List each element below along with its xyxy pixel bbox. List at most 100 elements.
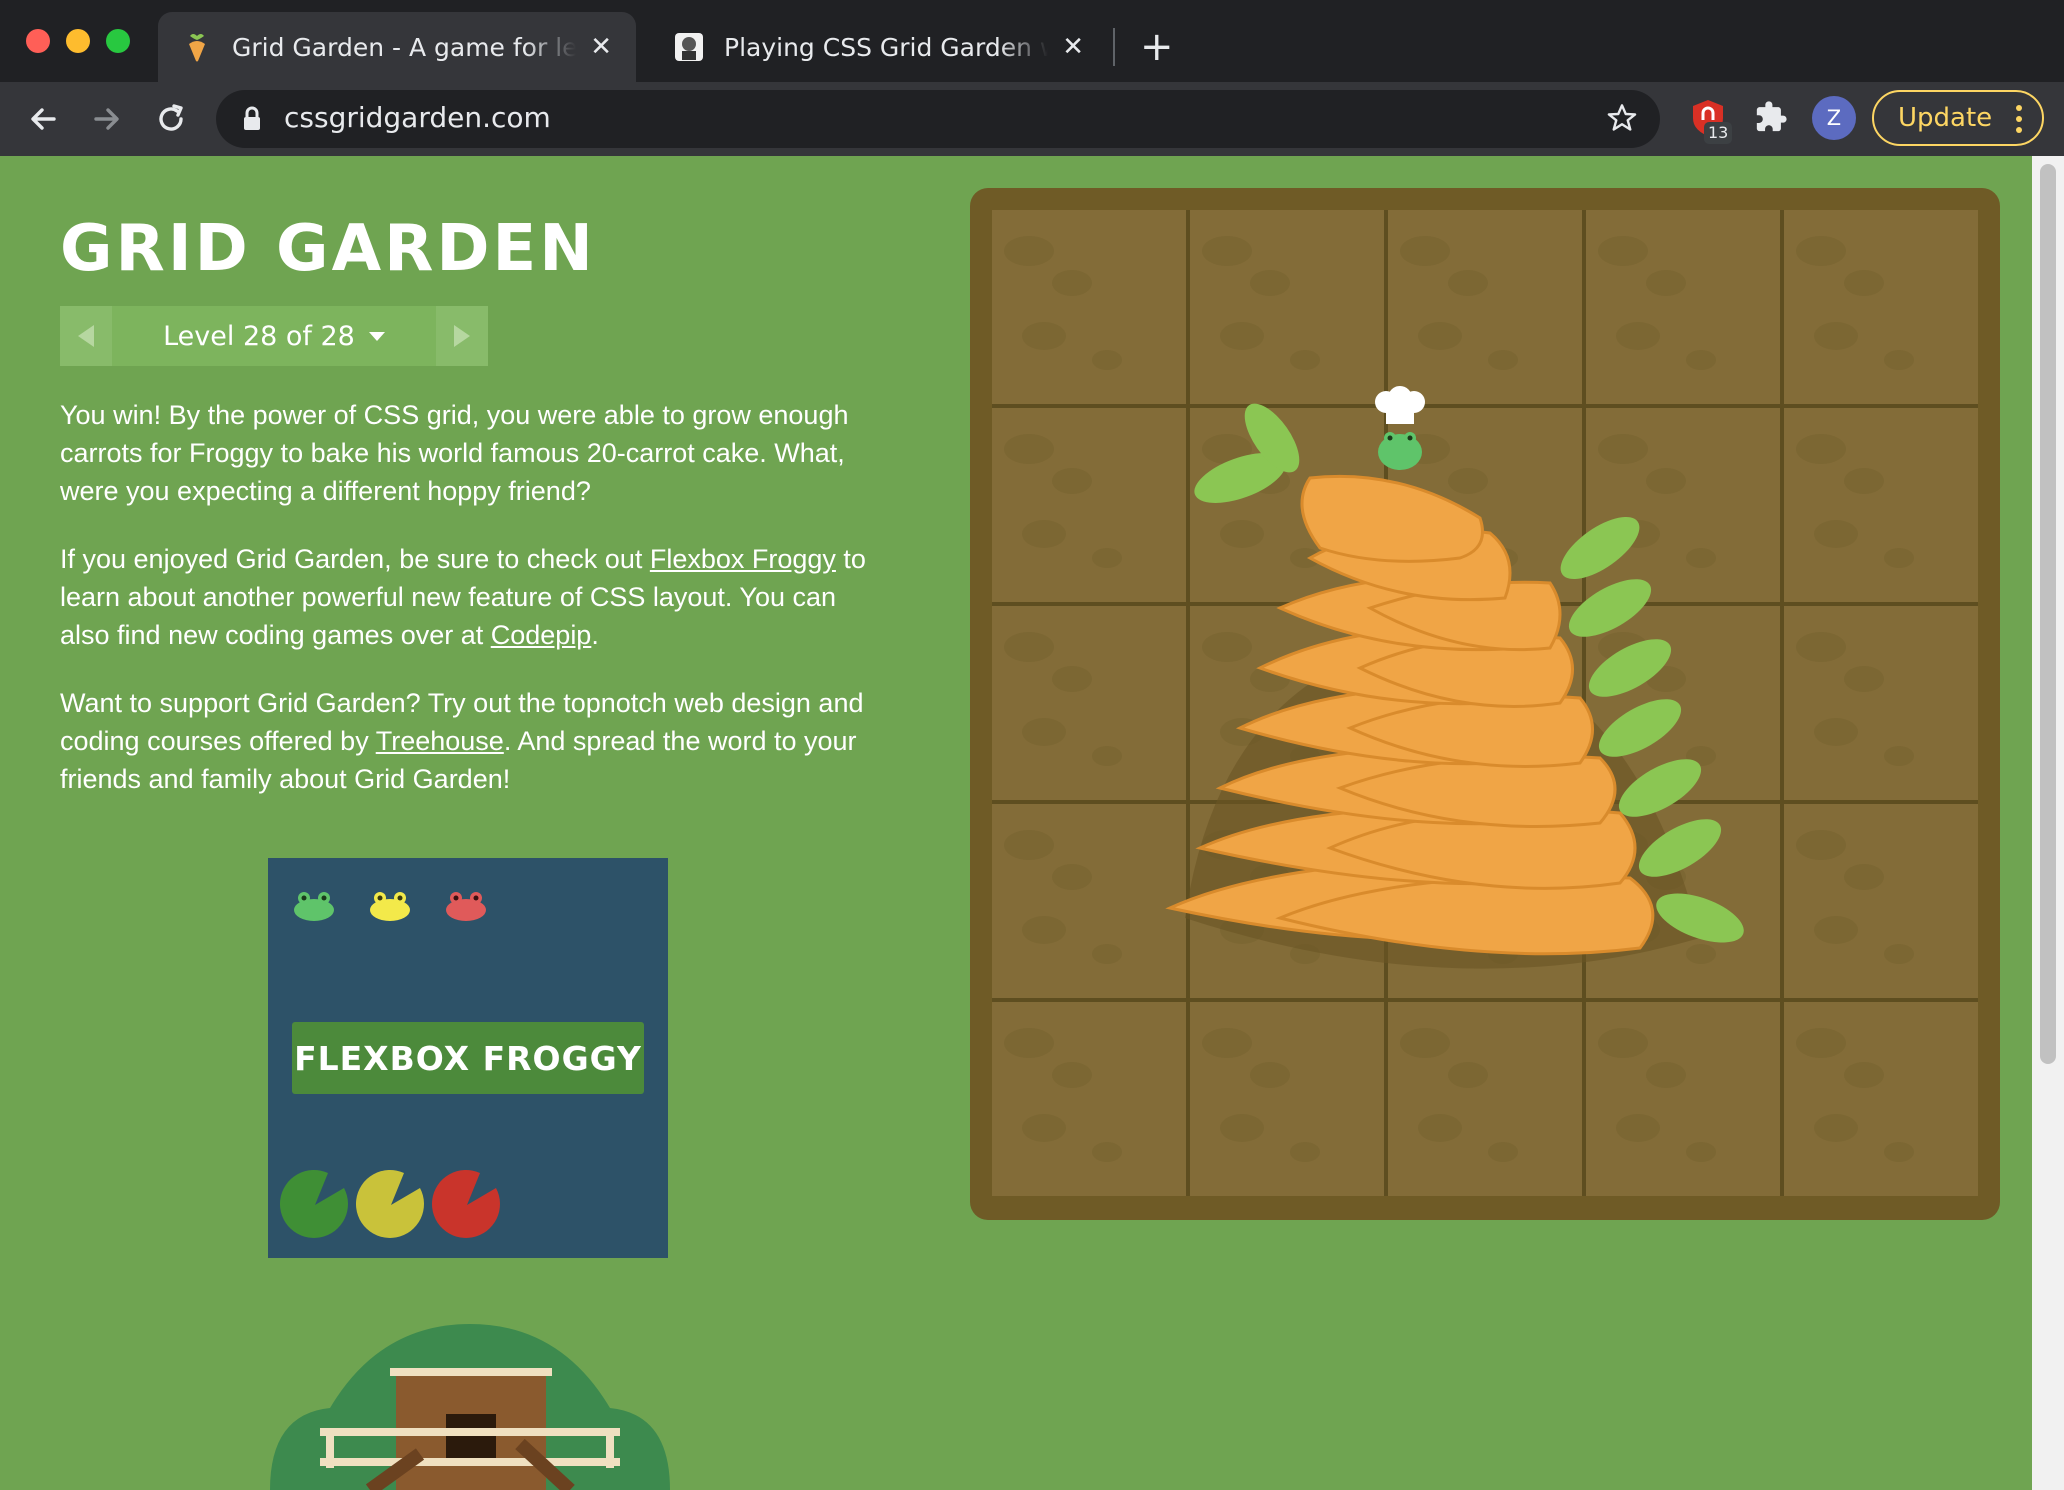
- soil-spot: [1814, 1114, 1858, 1142]
- tab-playing-grid-garden[interactable]: Playing CSS Grid Garden with Aaron ✕: [650, 12, 1108, 82]
- puzzle-icon[interactable]: [1754, 100, 1788, 134]
- page-title: GRID GARDEN: [60, 212, 596, 286]
- profile-avatar[interactable]: Z: [1812, 96, 1856, 140]
- address-bar[interactable]: cssgridgarden.com: [216, 90, 1660, 148]
- soil-spot: [1646, 270, 1686, 296]
- caret-down-icon: [368, 331, 385, 341]
- back-arrow-icon[interactable]: [24, 100, 62, 138]
- soil-spot: [1884, 746, 1914, 766]
- page-content: GRID GARDEN Level 28 of 28 You win! By t…: [0, 156, 2032, 1490]
- update-button[interactable]: Update: [1872, 90, 2044, 146]
- instructions: You win! By the power of CSS grid, you w…: [60, 396, 890, 828]
- soil-spot: [1814, 520, 1858, 548]
- tab-title: Playing CSS Grid Garden with Aaron: [724, 32, 1048, 62]
- soil-spot: [1448, 270, 1488, 296]
- soil-cell: [992, 606, 1186, 800]
- soil-spot: [1814, 916, 1858, 944]
- treehouse-link[interactable]: Treehouse: [376, 726, 504, 756]
- soil-spot: [1092, 1142, 1122, 1162]
- soil-spot: [1092, 746, 1122, 766]
- window-minimize-button[interactable]: [66, 29, 90, 53]
- flexbox-froggy-ad[interactable]: FLEXBOX FROGGY: [268, 858, 668, 1258]
- previous-level-button[interactable]: [60, 306, 112, 366]
- update-label: Update: [1898, 103, 1993, 133]
- soil-spot: [1814, 718, 1858, 746]
- soil-spot: [1004, 434, 1054, 464]
- flexbox-froggy-button[interactable]: FLEXBOX FROGGY: [292, 1022, 644, 1094]
- soil-spot: [1844, 864, 1884, 890]
- yellow-lilypad-icon: [355, 1169, 424, 1238]
- star-icon[interactable]: [1606, 102, 1638, 134]
- soil-spot: [1052, 1062, 1092, 1088]
- kebab-menu-icon[interactable]: [2014, 104, 2024, 134]
- lock-icon[interactable]: [242, 106, 262, 132]
- extension-badge: 13: [1704, 122, 1733, 144]
- soil-spot: [1022, 322, 1066, 350]
- soil-spot: [1448, 1062, 1488, 1088]
- soil-spot: [1052, 666, 1092, 692]
- codepip-link[interactable]: Codepip: [491, 620, 592, 650]
- flexbox-froggy-link[interactable]: Flexbox Froggy: [650, 544, 836, 574]
- reload-icon[interactable]: [152, 100, 190, 138]
- window-close-button[interactable]: [26, 29, 50, 53]
- soil-spot: [1796, 632, 1846, 662]
- soil-cell: [1190, 1002, 1384, 1196]
- red-frog-icon: [446, 892, 486, 921]
- soil-spot: [1418, 1114, 1462, 1142]
- url-text[interactable]: cssgridgarden.com: [284, 101, 551, 134]
- support-paragraph: Want to support Grid Garden? Try out the…: [60, 684, 890, 798]
- soil-spot: [1884, 350, 1914, 370]
- soil-spot: [1290, 1142, 1320, 1162]
- soil-cell: [992, 804, 1186, 998]
- tab-title: Grid Garden - A game for learning CSS gr…: [232, 32, 577, 62]
- tab-grid-garden[interactable]: Grid Garden - A game for learning CSS gr…: [158, 12, 636, 82]
- soil-spot: [1202, 1028, 1252, 1058]
- soil-spot: [1004, 1028, 1054, 1058]
- window-zoom-button[interactable]: [106, 29, 130, 53]
- soil-spot: [1796, 236, 1846, 266]
- yellow-frog-icon: [370, 892, 410, 921]
- soil-cell: [1784, 804, 1978, 998]
- triangle-right-icon: [454, 325, 470, 347]
- soil-cell: [1784, 1002, 1978, 1196]
- soil-spot: [1004, 632, 1054, 662]
- soil-spot: [1022, 1114, 1066, 1142]
- scrollbar-thumb[interactable]: [2040, 164, 2056, 1064]
- soil-spot: [1250, 270, 1290, 296]
- soil-spot: [1844, 270, 1884, 296]
- forward-arrow-icon[interactable]: [88, 100, 126, 138]
- next-level-button[interactable]: [436, 306, 488, 366]
- soil-spot: [1220, 1114, 1264, 1142]
- soil-spot: [1202, 236, 1252, 266]
- soil-cell: [992, 210, 1186, 404]
- chef-frog: [1375, 386, 1425, 470]
- soil-spot: [1598, 236, 1648, 266]
- soil-cell: [1784, 210, 1978, 404]
- plus-icon[interactable]: +: [1140, 22, 1174, 72]
- treehouse-illustration[interactable]: [270, 1324, 670, 1490]
- soil-cell: [992, 1002, 1186, 1196]
- green-frog-icon: [294, 892, 334, 921]
- soil-spot: [1092, 548, 1122, 568]
- soil-spot: [1616, 1114, 1660, 1142]
- level-dropdown[interactable]: Level 28 of 28: [114, 306, 434, 366]
- soil-cell: [1784, 606, 1978, 800]
- soil-spot: [1646, 1062, 1686, 1088]
- soil-spot: [1220, 322, 1264, 350]
- close-icon[interactable]: ✕: [590, 32, 612, 62]
- text: .: [591, 620, 599, 650]
- win-message: You win! By the power of CSS grid, you w…: [60, 400, 849, 506]
- close-icon[interactable]: ✕: [1062, 32, 1084, 62]
- soil-spot: [1052, 270, 1092, 296]
- avatar-favicon: [675, 33, 703, 61]
- soil-spot: [1686, 1142, 1716, 1162]
- carrot-favicon: [189, 34, 205, 62]
- soil-spot: [1796, 1028, 1846, 1058]
- soil-cell: [1388, 1002, 1582, 1196]
- soil-cell: [992, 408, 1186, 602]
- soil-spot: [1884, 1142, 1914, 1162]
- soil-spot: [1092, 944, 1122, 964]
- garden-board: [970, 188, 2000, 1220]
- triangle-left-icon: [78, 325, 94, 347]
- soil-cell: [1586, 1002, 1780, 1196]
